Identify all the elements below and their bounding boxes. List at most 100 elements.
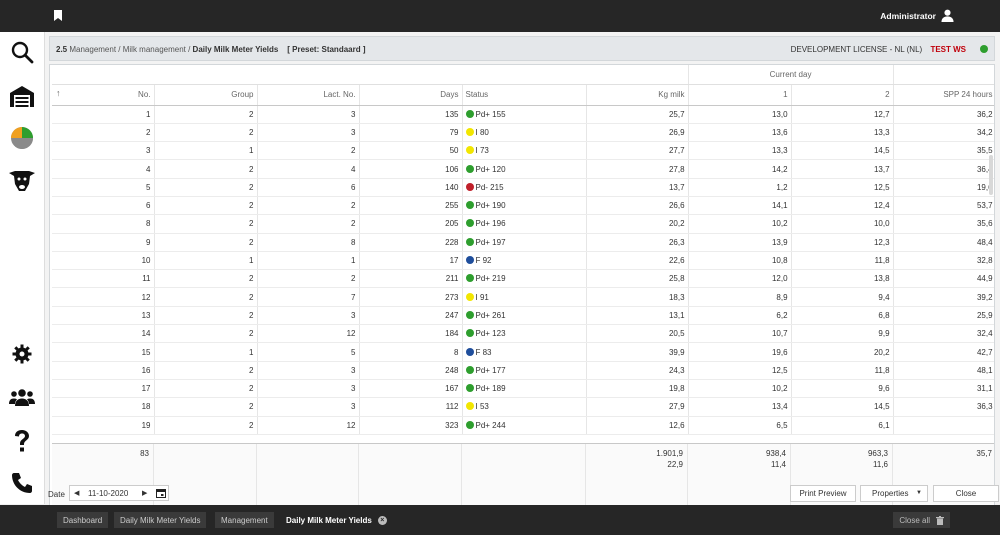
help-icon[interactable] bbox=[8, 427, 36, 455]
table-row[interactable]: 6 2 2 255 Pd+ 190 26,6 14,1 12,4 53,7 bbox=[52, 196, 994, 216]
print-preview-button[interactable]: Print Preview bbox=[790, 485, 856, 502]
next-date-icon[interactable]: ▶ bbox=[142, 489, 147, 497]
bookmark-icon[interactable] bbox=[54, 10, 62, 21]
status-dot-icon bbox=[465, 402, 474, 411]
barn-icon[interactable] bbox=[8, 82, 36, 110]
column-header-kg[interactable]: Kg milk bbox=[586, 84, 689, 106]
status-dot-icon bbox=[465, 310, 474, 319]
current-day-header: Current day bbox=[688, 65, 894, 85]
cell-c2: 11,8 bbox=[791, 251, 894, 271]
breadcrumb-milk-management[interactable]: Milk management bbox=[123, 45, 186, 54]
table-row[interactable]: 13 2 3 247 Pd+ 261 13,1 6,2 6,8 25,9 bbox=[52, 306, 994, 326]
close-tab-icon[interactable]: × bbox=[377, 515, 387, 525]
cell-spp: 25,9 bbox=[893, 306, 994, 326]
date-picker[interactable]: ◀ 11-10-2020 ▶ bbox=[69, 485, 169, 501]
table-row[interactable]: 17 2 3 167 Pd+ 189 19,8 10,2 9,6 31,1 bbox=[52, 379, 994, 399]
preset-label[interactable]: [ Preset: Standaard ] bbox=[287, 45, 365, 54]
status-text: Pd+ 261 bbox=[475, 310, 506, 320]
cell-kg: 25,7 bbox=[586, 105, 689, 124]
cell-days: 205 bbox=[359, 214, 463, 234]
table-row[interactable]: 8 2 2 205 Pd+ 196 20,2 10,2 10,0 35,6 bbox=[52, 214, 994, 234]
cell-days: 247 bbox=[359, 306, 463, 326]
table-row[interactable]: 15 1 5 8 F 83 39,9 19,6 20,2 42,7 bbox=[52, 342, 994, 362]
user-icon[interactable] bbox=[941, 9, 954, 22]
user-name[interactable]: Administrator bbox=[880, 11, 936, 21]
column-header-c2[interactable]: 2 bbox=[791, 84, 894, 106]
breadcrumb-number: 2.5 bbox=[56, 45, 68, 54]
tab-dashboard[interactable]: Dashboard bbox=[57, 512, 109, 528]
properties-button[interactable]: Properties ▼ bbox=[860, 485, 928, 502]
data-grid: Current day ↑ No. Group Lact. No. Days Status… bbox=[49, 64, 995, 513]
cell-c2: 20,2 bbox=[791, 342, 894, 362]
cell-no: 1 bbox=[52, 105, 155, 124]
cell-spp: 48,1 bbox=[893, 361, 994, 380]
status-cell: Pd- 215 bbox=[462, 178, 587, 197]
status-cell: I 80 bbox=[462, 123, 587, 143]
cell-spp: 35,5 bbox=[893, 141, 994, 161]
table-row[interactable]: 11 2 2 211 Pd+ 219 25,8 12,0 13,8 44,9 bbox=[52, 269, 994, 289]
table-row[interactable]: 2 2 3 79 I 80 26,9 13,6 13,3 34,2 bbox=[52, 123, 994, 143]
milking2-total: 963,3 bbox=[867, 449, 888, 458]
table-row[interactable]: 18 2 3 112 I 53 27,9 13,4 14,5 36,3 bbox=[52, 397, 994, 417]
table-row[interactable]: 14 2 12 184 Pd+ 123 20,5 10,7 9,9 32,4 bbox=[52, 324, 994, 344]
column-header-c1[interactable]: 1 bbox=[688, 84, 792, 106]
table-row[interactable]: 16 2 3 248 Pd+ 177 24,3 12,5 11,8 48,1 bbox=[52, 361, 994, 380]
cell-c1: 6,5 bbox=[688, 416, 792, 435]
table-row[interactable]: 12 2 7 273 I 91 18,3 8,9 9,4 39,2 bbox=[52, 287, 994, 307]
calendar-icon[interactable] bbox=[156, 488, 166, 498]
cell-c2: 12,3 bbox=[791, 233, 894, 252]
status-text: I 80 bbox=[475, 127, 489, 137]
table-row[interactable]: 1 2 3 135 Pd+ 155 25,7 13,0 12,7 36,2 bbox=[52, 105, 994, 124]
milk-yields-table: Current day ↑ No. Group Lact. No. Days Status… bbox=[52, 65, 994, 435]
tab-management[interactable]: Management bbox=[215, 512, 274, 528]
cell-kg: 24,3 bbox=[586, 361, 689, 380]
column-header-spp[interactable]: SPP 24 hours bbox=[893, 84, 994, 106]
tab-daily-milk-meter-yields[interactable]: Daily Milk Meter Yields bbox=[114, 512, 207, 528]
milking2-average: 11,6 bbox=[873, 460, 888, 469]
cell-c2: 11,8 bbox=[791, 361, 894, 380]
column-header-days[interactable]: Days bbox=[359, 84, 463, 106]
prev-date-icon[interactable]: ◀ bbox=[74, 489, 79, 497]
cow-icon[interactable] bbox=[8, 166, 36, 194]
cell-group: 2 bbox=[154, 306, 258, 326]
column-header-group[interactable]: Group bbox=[154, 84, 258, 106]
column-header-status[interactable]: Status bbox=[462, 84, 587, 106]
cell-group: 2 bbox=[154, 287, 258, 307]
cell-days: 112 bbox=[359, 397, 463, 417]
active-tab-label: Daily Milk Meter Yields bbox=[286, 515, 372, 525]
phone-icon[interactable] bbox=[8, 469, 36, 497]
cell-c1: 12,0 bbox=[688, 269, 792, 289]
cell-c2: 6,8 bbox=[791, 306, 894, 326]
column-header-no[interactable]: ↑ No. bbox=[52, 84, 155, 106]
kg-milk-total: 1.901,9 bbox=[656, 449, 683, 458]
cell-c1: 10,8 bbox=[688, 251, 792, 271]
close-button[interactable]: Close bbox=[933, 485, 999, 502]
scrollbar[interactable] bbox=[989, 155, 993, 195]
cell-group: 2 bbox=[154, 233, 258, 252]
cell-c2: 13,3 bbox=[791, 123, 894, 143]
tab-active[interactable]: Daily Milk Meter Yields × bbox=[280, 512, 393, 528]
table-row[interactable]: 3 1 2 50 I 73 27,7 13,3 14,5 35,5 bbox=[52, 141, 994, 161]
cell-kg: 27,7 bbox=[586, 141, 689, 161]
cell-no: 19 bbox=[52, 416, 155, 435]
status-dot-icon bbox=[465, 182, 474, 191]
license-text: DEVELOPMENT LICENSE - NL (NL) bbox=[790, 45, 923, 54]
table-row[interactable]: 4 2 4 106 Pd+ 120 27,8 14,2 13,7 36,4 bbox=[52, 159, 994, 179]
search-icon[interactable] bbox=[8, 38, 36, 66]
cell-days: 8 bbox=[359, 342, 463, 362]
table-row[interactable]: 5 2 6 140 Pd- 215 13,7 1,2 12,5 19,6 bbox=[52, 178, 994, 197]
status-text: Pd+ 189 bbox=[475, 384, 506, 394]
users-icon[interactable] bbox=[8, 383, 36, 411]
close-all-label: Close all bbox=[899, 515, 930, 525]
table-row[interactable]: 10 1 1 17 F 92 22,6 10,8 11,8 32,8 bbox=[52, 251, 994, 271]
date-value[interactable]: 11-10-2020 bbox=[88, 489, 128, 498]
table-row[interactable]: 19 2 12 323 Pd+ 244 12,6 6,5 6,1 bbox=[52, 416, 994, 435]
breadcrumb-management[interactable]: Management bbox=[69, 45, 116, 54]
gear-icon[interactable] bbox=[8, 340, 36, 368]
table-row[interactable]: 9 2 8 228 Pd+ 197 26,3 13,9 12,3 48,4 bbox=[52, 233, 994, 252]
column-header-lact[interactable]: Lact. No. bbox=[257, 84, 360, 106]
status-dot-icon bbox=[465, 384, 474, 393]
close-all-button[interactable]: Close all bbox=[893, 512, 950, 528]
sort-arrow-icon[interactable]: ↑ bbox=[56, 88, 61, 98]
pie-chart-icon[interactable] bbox=[8, 124, 36, 152]
